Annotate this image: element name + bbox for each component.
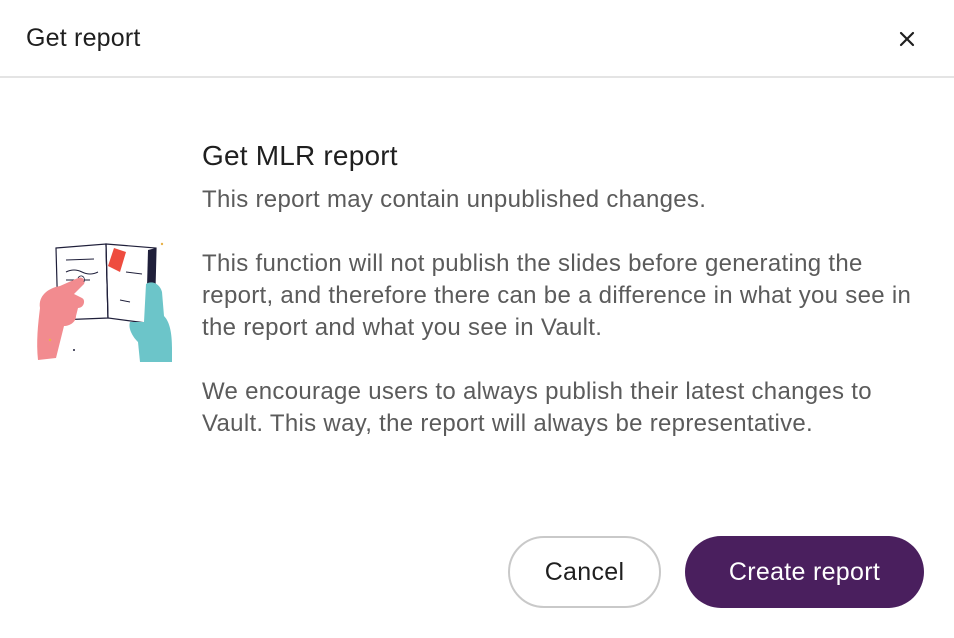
dialog-header: Get report [0,0,954,78]
hands-holding-document-illustration [34,238,176,366]
publish-encouragement: We encourage users to always publish the… [202,378,872,437]
create-report-button[interactable]: Create report [685,536,924,608]
close-button[interactable] [890,22,924,56]
publish-difference-note: This function will not publish the slide… [202,250,912,341]
content-heading: Get MLR report [202,140,398,171]
dialog-title: Get report [26,24,141,52]
get-report-dialog: Get report Get MLR report This report ma… [0,0,954,638]
report-content: Get MLR report This report may contain u… [202,138,922,440]
unpublished-warning: This report may contain unpublished chan… [202,186,707,213]
close-icon [899,31,915,47]
cancel-button[interactable]: Cancel [508,536,661,608]
